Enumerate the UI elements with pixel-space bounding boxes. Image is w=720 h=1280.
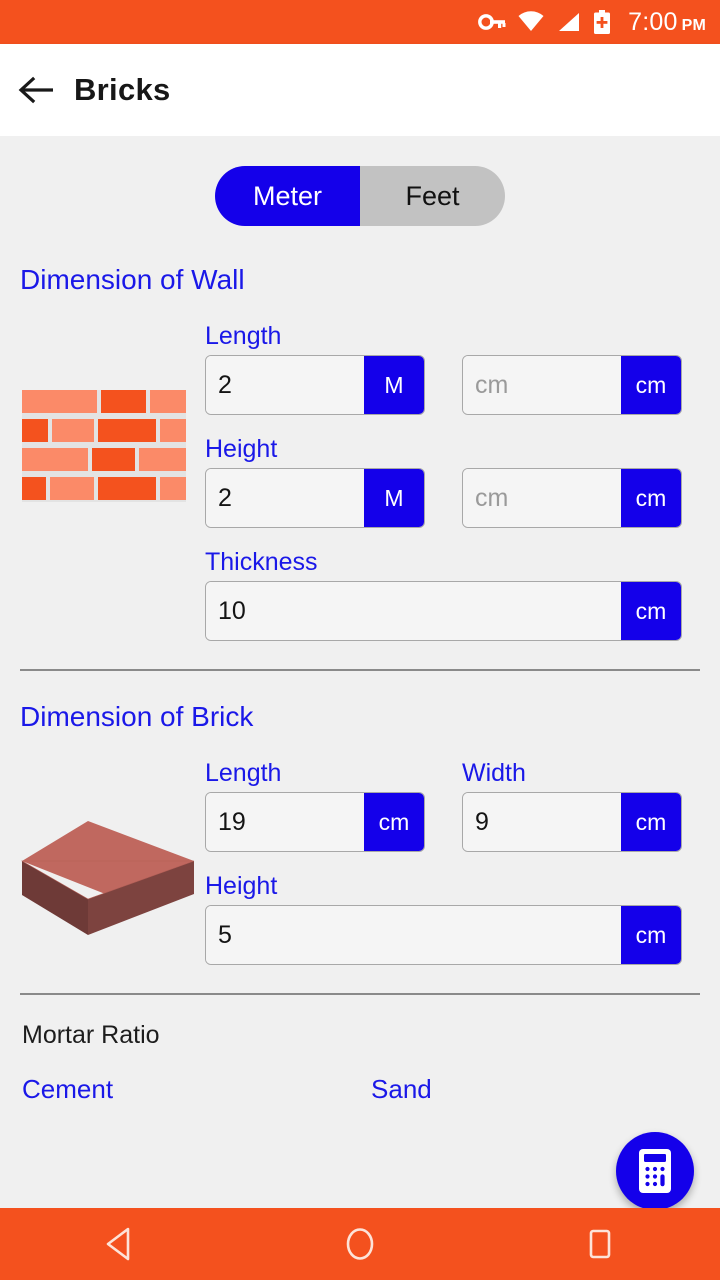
wall-fields-column: Length 2 M cm cm Height 2 M cm cm Thickn… [205, 322, 720, 641]
wall-length-meter-input[interactable]: 2 M [205, 355, 425, 415]
section-title-mortar: Mortar Ratio [22, 1021, 160, 1049]
wall-length-inputs: 2 M cm cm [205, 355, 698, 415]
wall-length-cm-placeholder[interactable]: cm [463, 356, 621, 414]
brick-mortar-divider [20, 993, 700, 995]
recents-nav-button[interactable] [520, 1208, 680, 1280]
status-bar: 7:00 PM [0, 0, 720, 44]
back-arrow-icon [18, 76, 53, 104]
wall-height-secondary-group: cm cm [462, 468, 682, 528]
mortar-label-row: Cement Sand [0, 1074, 720, 1105]
brick-length-value[interactable]: 19 [206, 793, 364, 851]
brick-fields-row: Length Width 19 cm 9 cm Height 5 cm [0, 759, 720, 965]
brick-art-column [0, 759, 205, 965]
home-nav-button[interactable] [280, 1208, 440, 1280]
android-nav-bar [0, 1208, 720, 1280]
wall-thickness-value[interactable]: 10 [206, 582, 621, 640]
wall-height-meter-input[interactable]: 2 M [205, 468, 425, 528]
wall-brick-divider [20, 669, 700, 671]
brick-height-input[interactable]: 5 cm [205, 905, 682, 965]
field-label-brick-length: Length [205, 759, 282, 787]
wall-length-meter-value[interactable]: 2 [206, 356, 364, 414]
brick-wall-icon [22, 390, 187, 502]
field-label-cement: Cement [22, 1074, 114, 1104]
brick-lw-inputs: 19 cm 9 cm [205, 792, 698, 852]
wall-height-primary-group: 2 M [205, 468, 425, 528]
wall-height-cm-unit: cm [621, 469, 681, 527]
wall-fields-row: Length 2 M cm cm Height 2 M cm cm Thickn… [0, 322, 720, 641]
brick-length-unit: cm [364, 793, 424, 851]
app-bar: Bricks [0, 44, 720, 136]
back-button[interactable] [0, 75, 74, 105]
wall-length-secondary-group: cm cm [462, 355, 682, 415]
field-label-wall-height: Height [205, 435, 278, 463]
wall-height-cm-input[interactable]: cm cm [462, 468, 682, 528]
wall-height-inputs: 2 M cm cm [205, 468, 698, 528]
wall-art-column [0, 322, 205, 641]
section-title-wall: Dimension of Wall [20, 264, 245, 295]
brick-fields-column: Length Width 19 cm 9 cm Height 5 cm [205, 759, 720, 965]
toggle-option-meter[interactable]: Meter [215, 166, 360, 226]
brick-length-width-fields: Length Width 19 cm 9 cm [205, 759, 698, 852]
brick-lw-labels: Length Width [205, 759, 698, 792]
back-nav-button[interactable] [40, 1208, 200, 1280]
unit-toggle-wrapper: Meter Feet [0, 136, 720, 226]
clock-time: 7:00 [628, 7, 678, 36]
field-label-brick-width: Width [462, 759, 526, 787]
wall-brick-row [22, 419, 187, 442]
section-title-brick: Dimension of Brick [20, 701, 254, 732]
brick-width-input[interactable]: 9 cm [462, 792, 682, 852]
field-wall-length: Length 2 M cm cm [205, 322, 698, 415]
field-wall-height: Height 2 M cm cm [205, 435, 698, 528]
field-brick-height: Height 5 cm [205, 872, 698, 965]
field-label-wall-length: Length [205, 322, 282, 350]
clock-ampm: PM [681, 16, 706, 34]
wall-height-cm-placeholder[interactable]: cm [463, 469, 621, 527]
field-label-sand: Sand [371, 1074, 432, 1104]
battery-charging-icon [594, 10, 611, 34]
wifi-icon [518, 11, 544, 31]
brick-height-value[interactable]: 5 [206, 906, 621, 964]
brick-height-unit: cm [621, 906, 681, 964]
status-clock: 7:00 PM [628, 8, 706, 37]
status-icon-group: 7:00 PM [478, 8, 706, 37]
toggle-option-feet[interactable]: Feet [360, 166, 505, 226]
brick-3d-icon [20, 821, 195, 935]
wall-length-primary-group: 2 M [205, 355, 425, 415]
field-label-brick-height: Height [205, 872, 278, 900]
content-scroll-area[interactable]: Meter Feet Dimension of Wall Length 2 M … [0, 136, 720, 1208]
calculate-fab-button[interactable] [616, 1132, 694, 1210]
phone-screen: 7:00 PM Bricks Meter Feet Dimension of W… [0, 0, 720, 1280]
unit-toggle[interactable]: Meter Feet [215, 166, 505, 226]
wall-brick-row [22, 448, 186, 471]
wall-thickness-input[interactable]: 10 cm [205, 581, 682, 641]
wall-thickness-unit: cm [621, 582, 681, 640]
field-wall-thickness: Thickness 10 cm [205, 548, 698, 641]
brick-length-input[interactable]: 19 cm [205, 792, 425, 852]
wall-brick-row [22, 390, 186, 413]
wall-height-meter-unit: M [364, 469, 424, 527]
wall-length-cm-unit: cm [621, 356, 681, 414]
vpn-key-icon [478, 14, 506, 30]
wall-length-meter-unit: M [364, 356, 424, 414]
triangle-back-icon [106, 1227, 130, 1261]
square-recents-icon [589, 1229, 611, 1259]
page-title: Bricks [74, 72, 171, 107]
calculator-icon [639, 1149, 671, 1193]
field-label-wall-thickness: Thickness [205, 548, 318, 576]
brick-width-unit: cm [621, 793, 681, 851]
wall-length-cm-input[interactable]: cm cm [462, 355, 682, 415]
wall-brick-row [22, 477, 186, 500]
signal-icon [559, 13, 580, 31]
wall-height-meter-value[interactable]: 2 [206, 469, 364, 527]
brick-width-value[interactable]: 9 [463, 793, 621, 851]
circle-home-icon [346, 1228, 374, 1260]
